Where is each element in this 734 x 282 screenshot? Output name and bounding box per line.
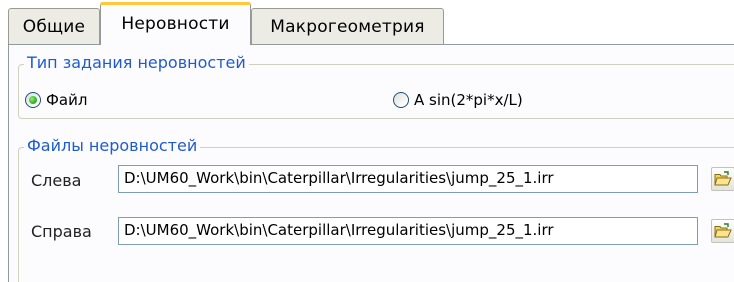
tab-strip: Общие Неровности Макрогеометрия [0,0,734,45]
left-file-label: Слева [31,171,82,190]
tab-irregularities-label: Неровности [121,14,230,34]
open-folder-icon [714,223,732,238]
tab-macrogeometry-label: Макрогеометрия [270,16,425,37]
irregularities-dialog: Общие Неровности Макрогеометрия Тип зада… [0,0,734,282]
radio-file-label: Файл [46,91,88,109]
radio-sine-function[interactable]: A sin(2*pi*x/L) [393,91,523,109]
tab-irregularities[interactable]: Неровности [100,2,251,45]
left-browse-button[interactable] [711,167,734,191]
tab-general[interactable]: Общие [8,8,100,44]
radio-sine-function-label: A sin(2*pi*x/L) [414,91,523,109]
radio-file[interactable]: Файл [25,91,87,109]
irregularity-files-group-title: Файлы неровностей [24,136,201,155]
right-file-label: Справа [31,222,92,241]
open-folder-icon [714,171,732,186]
radio-unchecked-icon[interactable] [393,92,409,108]
tab-macrogeometry[interactable]: Макрогеометрия [251,8,444,44]
right-browse-button[interactable] [711,219,734,243]
irregularity-type-group-title: Тип задания неровностей [24,53,249,72]
tab-page-irregularities: Тип задания неровностей Файл A sin(2*pi*… [8,44,734,282]
irregularity-type-group: Тип задания неровностей [18,53,734,119]
right-file-path-input[interactable]: D:\UM60_Work\bin\Caterpillar\Irregularit… [118,217,698,245]
left-file-path-input[interactable]: D:\UM60_Work\bin\Caterpillar\Irregularit… [118,165,698,193]
tab-general-label: Общие [22,16,86,37]
radio-checked-icon[interactable] [25,92,41,108]
